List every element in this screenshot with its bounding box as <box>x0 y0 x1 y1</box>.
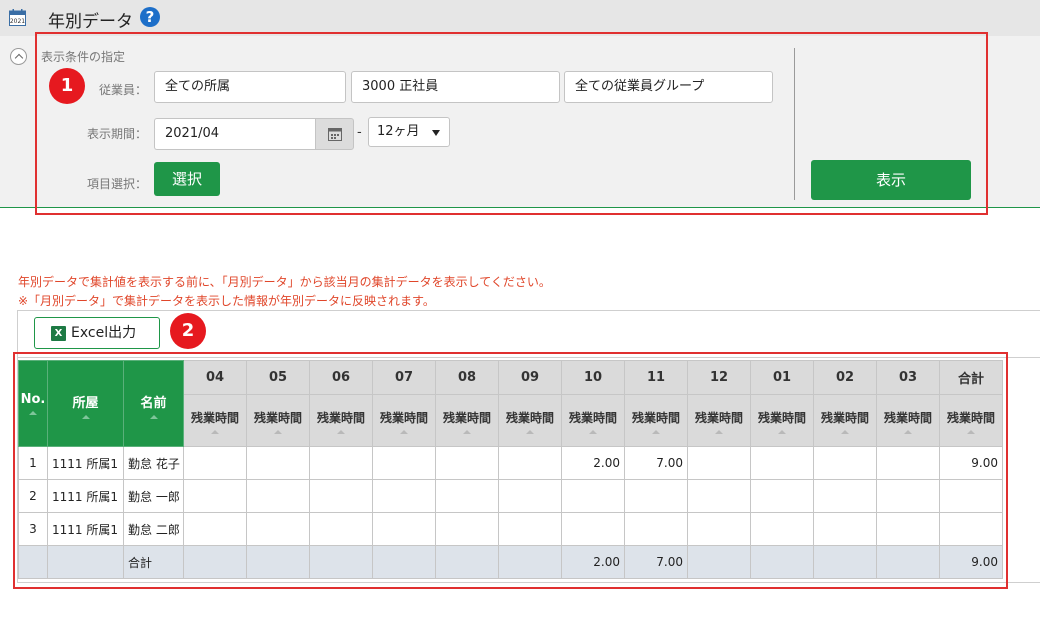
calendar-icon: 2021 <box>9 9 26 26</box>
page-title: 年別データ <box>48 12 133 32</box>
notice-line-1: 年別データで集計値を表示する前に、「月別データ」から該当月の集計データを表示して… <box>18 275 551 289</box>
excel-export-button[interactable]: X Excel出力 <box>34 317 160 349</box>
notice-line-2: ※「月別データ」で集計データを表示した情報が年別データに反映されます。 <box>18 294 435 308</box>
page-header: 2021 年別データ ? <box>0 0 1040 36</box>
annotation-box-1 <box>35 32 988 215</box>
annotation-box-2 <box>13 352 1008 589</box>
annotation-badge-2: 2 <box>170 313 206 349</box>
collapse-chevron-up-icon[interactable] <box>10 48 27 65</box>
excel-icon: X <box>51 326 66 341</box>
help-icon[interactable]: ? <box>140 7 160 27</box>
excel-export-label: Excel出力 <box>71 325 137 341</box>
annotation-badge-1: 1 <box>49 68 85 104</box>
svg-text:2021: 2021 <box>10 18 25 25</box>
